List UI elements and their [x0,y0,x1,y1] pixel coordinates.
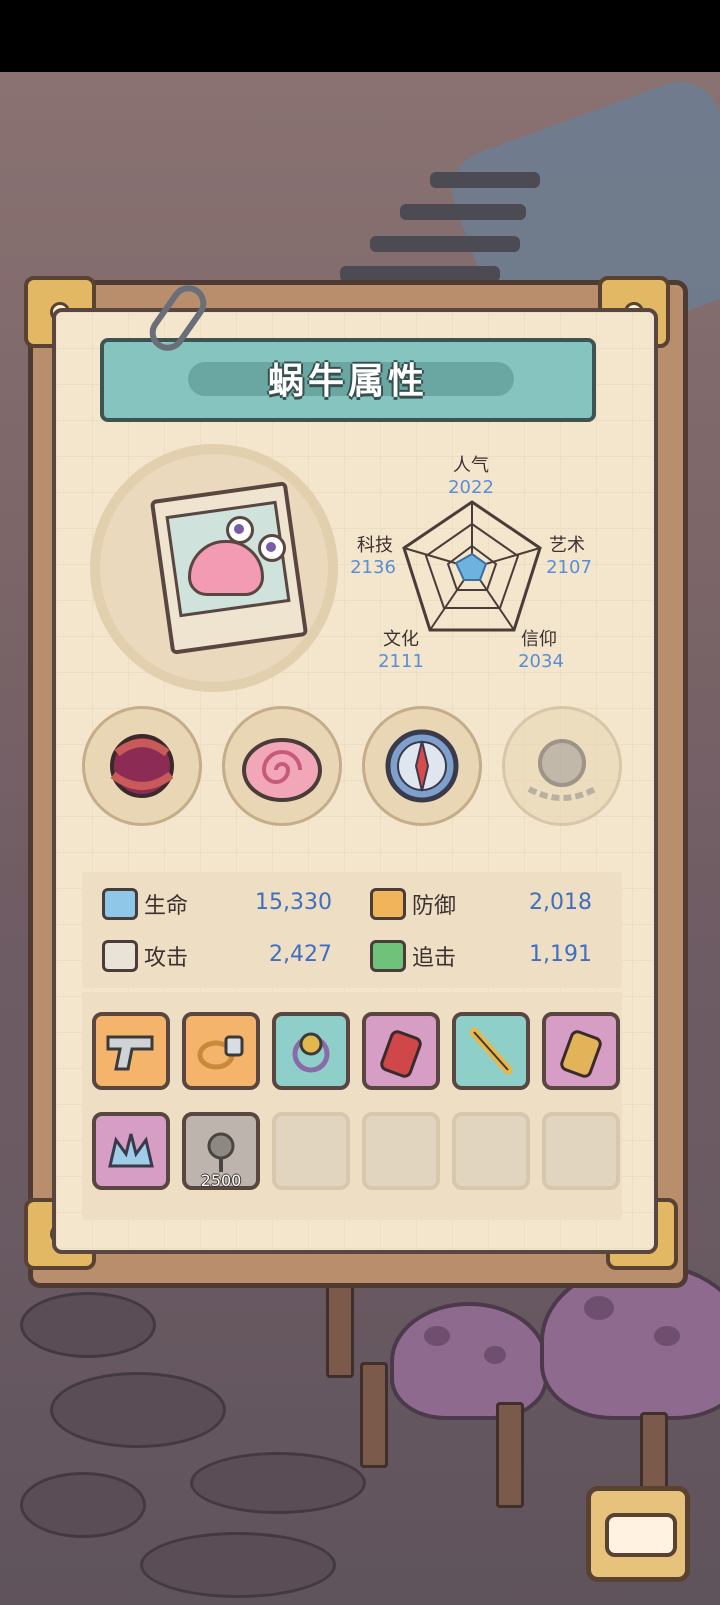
next-button[interactable] [586,1486,690,1582]
radar-label-faith: 信仰 [521,629,557,650]
item-count: 2500 [200,1171,242,1190]
inventory-item-red-tag[interactable] [362,1012,440,1090]
plank-decoration [400,204,526,220]
stat-atk: 攻击 2,427 [82,930,344,980]
page-title: 蜗牛属性 [267,361,428,402]
snail-eye-icon [226,516,254,544]
inventory-slot-empty[interactable] [542,1112,620,1190]
stat-pursuit-value: 1,191 [529,942,592,967]
radar-label-culture: 文化 [383,629,419,650]
stat-hp-value: 15,330 [255,890,332,915]
radar-value-tech: 2136 [350,557,396,578]
pursuit-icon [370,940,406,972]
mushroom-decoration [390,1302,548,1420]
equipment-slot-thorn-heart[interactable] [82,706,202,826]
stone-decoration [140,1532,336,1598]
stone-decoration [190,1452,366,1514]
plank-decoration [430,172,540,188]
inventory-item-ring[interactable] [182,1012,260,1090]
stats-row: 攻击 2,427 追击 1,191 [82,930,622,980]
golden-staff-icon [469,1027,513,1075]
defense-icon [370,888,406,920]
radar-label-popularity: 人气 [453,455,489,476]
radar-value-popularity: 2022 [448,477,494,498]
stats-panel: 生命 15,330 防御 2,018 攻击 2,427 追击 1,191 [82,872,622,988]
inventory-item-golden-staff[interactable] [452,1012,530,1090]
fence-post [360,1362,388,1468]
hp-icon [102,888,138,920]
stat-atk-label: 攻击 [144,946,189,971]
inventory-item-crystal-crown[interactable] [92,1112,170,1190]
arrow-right-icon [605,1513,677,1557]
equipment-slot-spiral-shell[interactable] [222,706,342,826]
snail-eye-icon [258,534,286,562]
plank-decoration [370,236,520,252]
stat-hp: 生命 15,330 [82,878,344,928]
stone-decoration [50,1372,226,1448]
gold-tag-icon [560,1030,602,1078]
stat-pursuit-label: 追击 [412,946,457,971]
attribute-radar-chart [402,500,542,632]
inventory-item-flower-ring[interactable] [272,1012,350,1090]
equipment-slot-chained-orb[interactable] [502,706,622,826]
stat-pursuit: 追击 1,191 [350,930,622,980]
flower-ring-icon [292,1032,330,1073]
stone-rose-icon [207,1132,235,1172]
stat-def: 防御 2,018 [350,878,622,928]
radar-value-faith: 2034 [518,651,564,672]
spiral-shell-icon [225,709,339,823]
radar-label-tech: 科技 [357,535,393,556]
status-bar [0,0,720,72]
inventory-item-gold-tag[interactable] [542,1012,620,1090]
inventory-slot-empty[interactable] [452,1112,530,1190]
red-tag-icon [380,1030,422,1078]
stat-def-label: 防御 [412,894,457,919]
stats-row: 生命 15,330 防御 2,018 [82,878,622,928]
radar-value-polygon [454,552,488,581]
crystal-crown-icon [108,1133,154,1168]
stone-decoration [20,1472,146,1538]
compass-icon [365,709,479,823]
inventory-item-pistol[interactable] [92,1012,170,1090]
stat-def-value: 2,018 [529,890,592,915]
fence-post [496,1402,524,1508]
equipment-slot-compass[interactable] [362,706,482,826]
radar-label-art: 艺术 [549,535,585,556]
inventory-slot-empty[interactable] [362,1112,440,1190]
pistol-icon [106,1035,154,1071]
stat-hp-label: 生命 [144,894,189,919]
stat-atk-value: 2,427 [269,942,332,967]
stone-decoration [20,1292,156,1358]
thorn-heart-icon [85,709,199,823]
ring-icon [197,1035,244,1070]
radar-value-culture: 2111 [378,651,424,672]
radar-value-art: 2107 [546,557,592,578]
inventory-slot-empty[interactable] [272,1112,350,1190]
chained-orb-icon [505,709,619,823]
inventory-item-stone-rose[interactable]: 2500 [182,1112,260,1190]
attack-icon [102,940,138,972]
